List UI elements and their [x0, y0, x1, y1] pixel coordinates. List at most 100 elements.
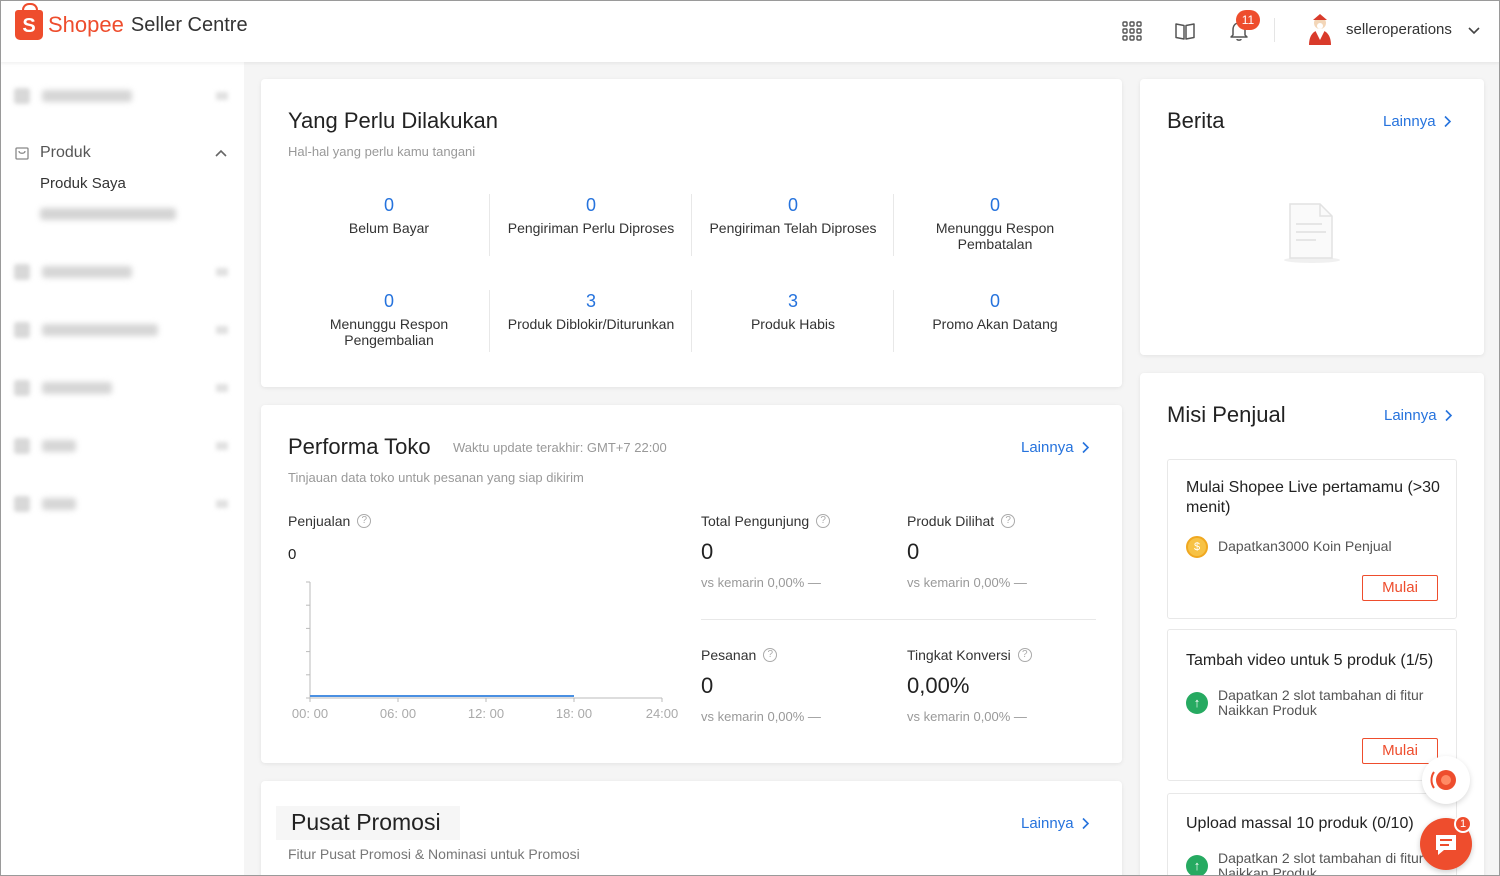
todo-item-pengiriman-perlu-diproses[interactable]: 0 Pengiriman Perlu Diproses	[490, 190, 692, 260]
sidebar-section-label: Produk	[40, 144, 91, 161]
news-more-link[interactable]: Lainnya	[1383, 113, 1452, 130]
stat-orders-compare: vs kemarin 0,00% —	[701, 709, 821, 724]
shopee-bag-icon: S	[15, 3, 43, 40]
avatar[interactable]	[1305, 14, 1335, 46]
mission-item: Mulai Shopee Live pertamamu (>30 menit) …	[1167, 459, 1457, 619]
stat-conversion-compare: vs kemarin 0,00% —	[907, 709, 1027, 724]
x-tick-label: 00: 00	[292, 706, 328, 721]
todo-item-menunggu-respon-pembatalan[interactable]: 0 Menunggu Respon Pembatalan	[894, 190, 1096, 260]
sidebar-item-blurred[interactable]	[14, 260, 228, 284]
sidebar-item-produk[interactable]: Produk	[14, 142, 228, 164]
stat-label-text: Pesanan	[701, 647, 757, 663]
blurred-icon	[14, 496, 30, 512]
sidebar-item-blurred[interactable]	[40, 208, 176, 220]
todo-count: 3	[787, 291, 798, 311]
todo-label: Menunggu Respon Pembatalan	[935, 220, 1055, 252]
promo-more-link[interactable]: Lainnya	[1021, 815, 1090, 832]
todo-label: Produk Habis	[750, 316, 836, 332]
todo-item-pengiriman-telah-diproses[interactable]: 0 Pengiriman Telah Diproses	[692, 190, 894, 260]
help-icon[interactable]: ?	[1001, 514, 1016, 528]
todo-item-produk-diblokir[interactable]: 3 Produk Diblokir/Diturunkan	[490, 286, 692, 356]
sidebar-item-blurred[interactable]	[14, 84, 228, 108]
sidebar-item-blurred[interactable]	[14, 492, 228, 516]
sidebar: Produk Produk Saya	[0, 62, 244, 876]
start-mission-button[interactable]: Mulai	[1362, 575, 1438, 601]
x-tick-label: 06: 00	[380, 706, 416, 721]
live-float-button[interactable]	[1422, 756, 1470, 804]
sidebar-item-blurred[interactable]	[14, 318, 228, 342]
stat-visitors-compare: vs kemarin 0,00% —	[701, 575, 821, 590]
chevron-right-icon	[1443, 115, 1451, 128]
todo-item-menunggu-respon-pengembalian[interactable]: 0 Menunggu Respon Pengembalian	[288, 286, 490, 356]
blurred-icon	[14, 322, 30, 338]
stat-label-text: Tingkat Konversi	[907, 647, 1011, 663]
more-label: Lainnya	[1384, 407, 1437, 424]
reward-text: Dapatkan 2 slot tambahan di fitur Naikka…	[1218, 687, 1424, 718]
chevron-right-icon	[1081, 441, 1089, 454]
help-icon[interactable]: ?	[357, 514, 372, 528]
todo-count: 0	[787, 195, 798, 215]
mission-item: Upload massal 10 produk (0/10) ↑ Dapatka…	[1167, 793, 1457, 876]
todo-label: Promo Akan Datang	[932, 316, 1058, 332]
sidebar-item-blurred[interactable]	[14, 376, 228, 400]
chevron-up-icon[interactable]	[214, 146, 228, 160]
missions-more-link[interactable]: Lainnya	[1384, 407, 1453, 424]
stat-views-label: Produk Dilihat?	[907, 513, 1016, 529]
chevron-right-icon	[1444, 409, 1452, 422]
boost-icon: ↑	[1186, 692, 1208, 714]
sales-label: Penjualan	[288, 513, 351, 529]
todo-label: Pengiriman Telah Diproses	[709, 220, 877, 236]
more-label: Lainnya	[1021, 815, 1074, 832]
missions-title: Misi Penjual	[1167, 402, 1286, 427]
more-label: Lainnya	[1383, 113, 1436, 130]
todo-item-belum-bayar[interactable]: 0 Belum Bayar	[288, 190, 490, 260]
blurred-icon	[14, 264, 30, 280]
stat-views-compare: vs kemarin 0,00% —	[907, 575, 1027, 590]
help-icon[interactable]: ?	[1017, 648, 1032, 662]
mission-title: Mulai Shopee Live pertamamu (>30 menit)	[1186, 479, 1440, 516]
todo-item-produk-habis[interactable]: 3 Produk Habis	[692, 286, 894, 356]
empty-document-icon	[1284, 203, 1340, 263]
performance-more-link[interactable]: Lainnya	[1021, 439, 1090, 456]
todo-item-promo-akan-datang[interactable]: 0 Promo Akan Datang	[894, 286, 1096, 356]
brand-name: Shopee	[48, 12, 124, 37]
todo-label: Pengiriman Perlu Diproses	[507, 220, 675, 236]
stat-label-text: Total Pengunjung	[701, 513, 810, 529]
shopee-logo[interactable]: S Shopee Seller Centre	[15, 3, 248, 40]
chevron-right-icon	[1081, 817, 1089, 830]
book-icon[interactable]	[1174, 20, 1196, 42]
top-header: S Shopee Seller Centre 11 selleroperatio…	[0, 0, 1500, 62]
mission-item: Tambah video untuk 5 produk (1/5) ↑ Dapa…	[1167, 629, 1457, 781]
todo-subtitle: Hal-hal yang perlu kamu tangani	[288, 144, 476, 159]
help-icon[interactable]: ?	[816, 514, 831, 528]
x-axis-ticks: 00: 00 06: 00 12: 00 18: 00 24:00	[292, 698, 678, 721]
chevron-down-icon[interactable]	[1467, 24, 1481, 38]
todo-title: Yang Perlu Dilakukan	[288, 108, 498, 133]
sales-chart: 00: 00 06: 00 12: 00 18: 00 24:00	[292, 581, 678, 721]
sidebar-item-blurred[interactable]	[14, 434, 228, 458]
todo-count: 0	[585, 195, 596, 215]
x-tick-label: 12: 00	[468, 706, 504, 721]
mission-reward: ↑ Dapatkan 2 slot tambahan di fitur Naik…	[1186, 851, 1446, 876]
stat-orders-value: 0	[701, 673, 714, 698]
blurred-icon	[14, 380, 30, 396]
performance-title: Performa Toko	[288, 434, 431, 459]
promo-title: Pusat Promosi	[291, 809, 441, 835]
blurred-icon	[14, 438, 30, 454]
promo-subtitle: Fitur Pusat Promosi & Nominasi untuk Pro…	[288, 846, 580, 862]
username[interactable]: selleroperations	[1346, 21, 1452, 38]
apps-grid-icon[interactable]	[1121, 20, 1143, 42]
performance-subtitle: Tinjauan data toko untuk pesanan yang si…	[288, 470, 584, 485]
todo-label: Produk Diblokir/Diturunkan	[507, 316, 675, 332]
stat-visitors-value: 0	[701, 539, 714, 564]
product-bag-icon	[15, 147, 29, 160]
stat-visitors-label: Total Pengunjung?	[701, 513, 831, 529]
boost-icon: ↑	[1186, 855, 1208, 876]
todo-label: Menunggu Respon Pengembalian	[329, 316, 449, 348]
reward-text: Dapatkan 2 slot tambahan di fitur Naikka…	[1218, 850, 1424, 876]
todo-count: 0	[383, 195, 394, 215]
todo-count: 3	[585, 291, 596, 311]
help-icon[interactable]: ?	[763, 648, 778, 662]
app-title: Seller Centre	[130, 13, 248, 36]
sidebar-item-produk-saya[interactable]: Produk Saya	[40, 175, 126, 192]
